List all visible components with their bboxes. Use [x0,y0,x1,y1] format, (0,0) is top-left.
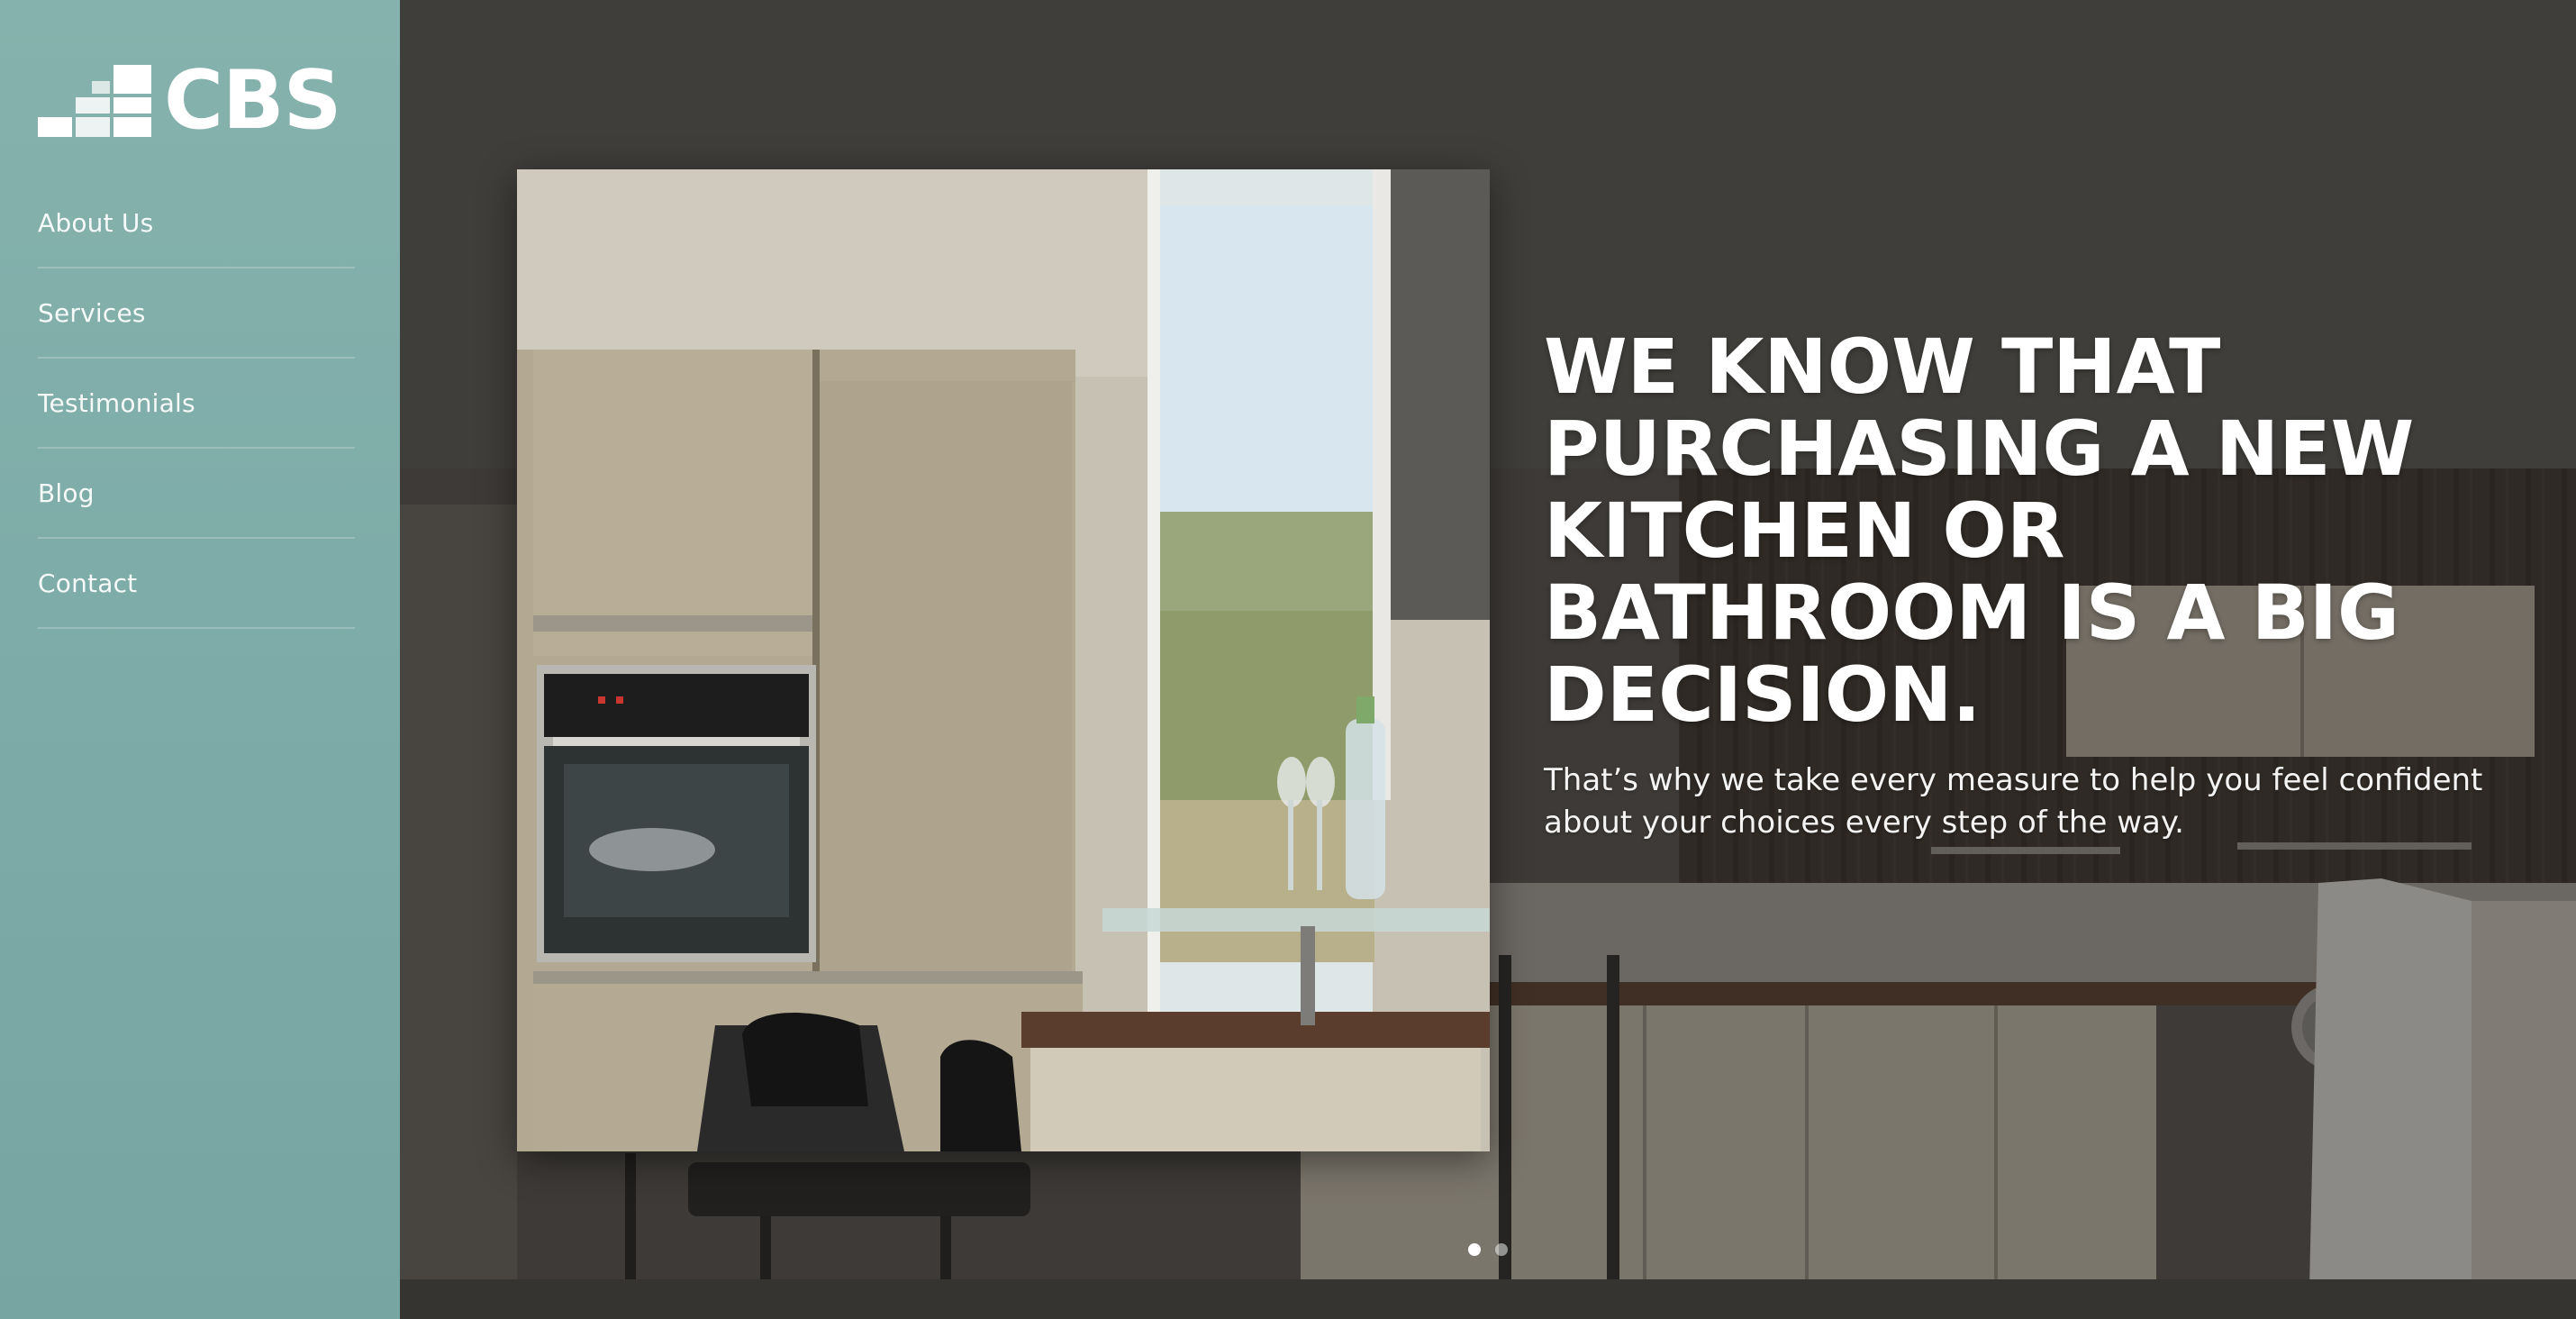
page: CBS About Us Services Testimonials Blog … [0,0,2576,1319]
slider-dots [1468,1243,1508,1256]
nav-item-about-us[interactable]: About Us [38,178,355,268]
logo[interactable]: CBS [38,53,341,148]
nav-item-services[interactable]: Services [38,268,355,359]
slider-dot-1[interactable] [1468,1243,1481,1256]
hero-text-block: We know that purchasing a new kitchen or… [1544,326,2517,844]
main-nav: About Us Services Testimonials Blog Cont… [38,178,355,629]
kitchen-photo-illustration [517,169,1490,1151]
featured-kitchen-image [517,169,1490,1151]
nav-item-blog[interactable]: Blog [38,449,355,539]
nav-item-label: About Us [38,207,154,238]
hero-headline: We know that purchasing a new kitchen or… [1544,323,2415,739]
nav-item-label: Testimonials [38,387,195,418]
sidebar: CBS About Us Services Testimonials Blog … [0,0,400,1319]
nav-item-contact[interactable]: Contact [38,539,355,629]
slider-dot-2[interactable] [1495,1243,1508,1256]
stepped-bars-logo-icon [38,65,151,137]
nav-item-label: Contact [38,568,138,598]
nav-item-testimonials[interactable]: Testimonials [38,359,355,449]
logo-text: CBS [164,53,341,148]
hero-subheadline: That’s why we take every measure to help… [1544,762,2483,841]
nav-item-label: Services [38,297,146,328]
nav-item-label: Blog [38,478,95,508]
